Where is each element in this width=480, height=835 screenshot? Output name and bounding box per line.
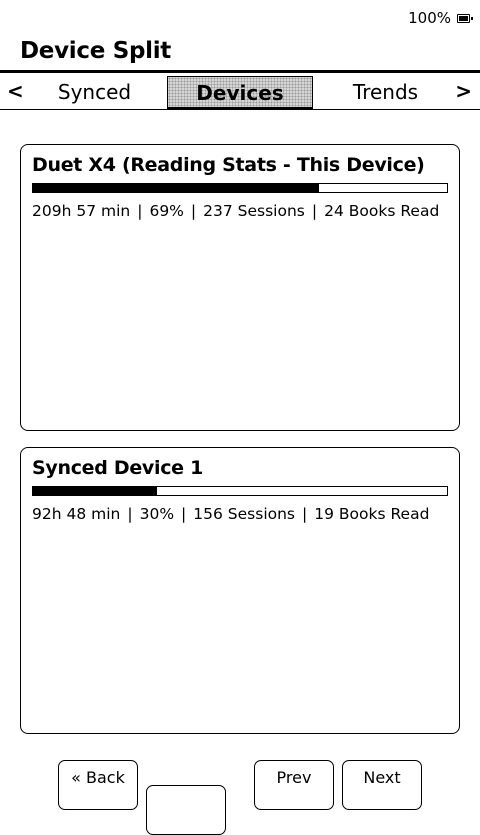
device-stats: 92h 48 min | 30% | 156 Sessions | 19 Books Rea… [32, 505, 429, 523]
session-count: 156 Sessions [193, 505, 296, 523]
stat-separator: | [127, 505, 133, 523]
stat-separator: | [190, 202, 197, 220]
device-card-this-device: Duet X4 (Reading Stats - This Device) 20… [20, 144, 460, 431]
device-card-synced-device: Synced Device 1 92h 48 min | 30% | 156 Sessi… [20, 447, 460, 734]
tab-bar: < Synced Devices Trends > [0, 70, 480, 110]
reading-percent: 30% [139, 505, 175, 523]
tab-devices[interactable]: Devices [167, 76, 313, 109]
back-button[interactable]: « Back [58, 760, 138, 810]
prev-button[interactable]: Prev [254, 760, 334, 810]
center-button[interactable] [146, 785, 226, 835]
device-share-bar [32, 183, 448, 193]
battery-percent: 100% [408, 9, 451, 27]
reading-percent: 69% [149, 202, 184, 220]
tab-next-arrow[interactable]: > [455, 79, 472, 103]
battery-charging-icon [457, 13, 473, 23]
device-share-fill [33, 184, 319, 192]
device-name: Synced Device 1 [32, 457, 203, 479]
reading-time: 209h 57 min [32, 202, 131, 220]
tab-trends[interactable]: Trends [313, 76, 458, 109]
tab-synced[interactable]: Synced [22, 76, 167, 109]
session-count: 237 Sessions [203, 202, 305, 220]
device-share-bar [32, 486, 448, 496]
stat-separator: | [302, 505, 308, 523]
next-button[interactable]: Next [342, 760, 422, 810]
battery-level-fill [459, 15, 468, 21]
books-read: 24 Books Read [324, 202, 440, 220]
status-bar: 100% [408, 8, 473, 28]
device-name: Duet X4 (Reading Stats - This Device) [32, 154, 425, 176]
stat-separator: | [181, 505, 187, 523]
device-stats: 209h 57 min | 69% | 237 Sessions | 24 Books Re… [32, 202, 439, 220]
page-title: Device Split [20, 38, 171, 64]
stat-separator: | [137, 202, 143, 220]
books-read: 19 Books Read [314, 505, 430, 523]
device-share-fill [33, 487, 158, 495]
reading-time: 92h 48 min [32, 505, 121, 523]
stat-separator: | [311, 202, 318, 220]
